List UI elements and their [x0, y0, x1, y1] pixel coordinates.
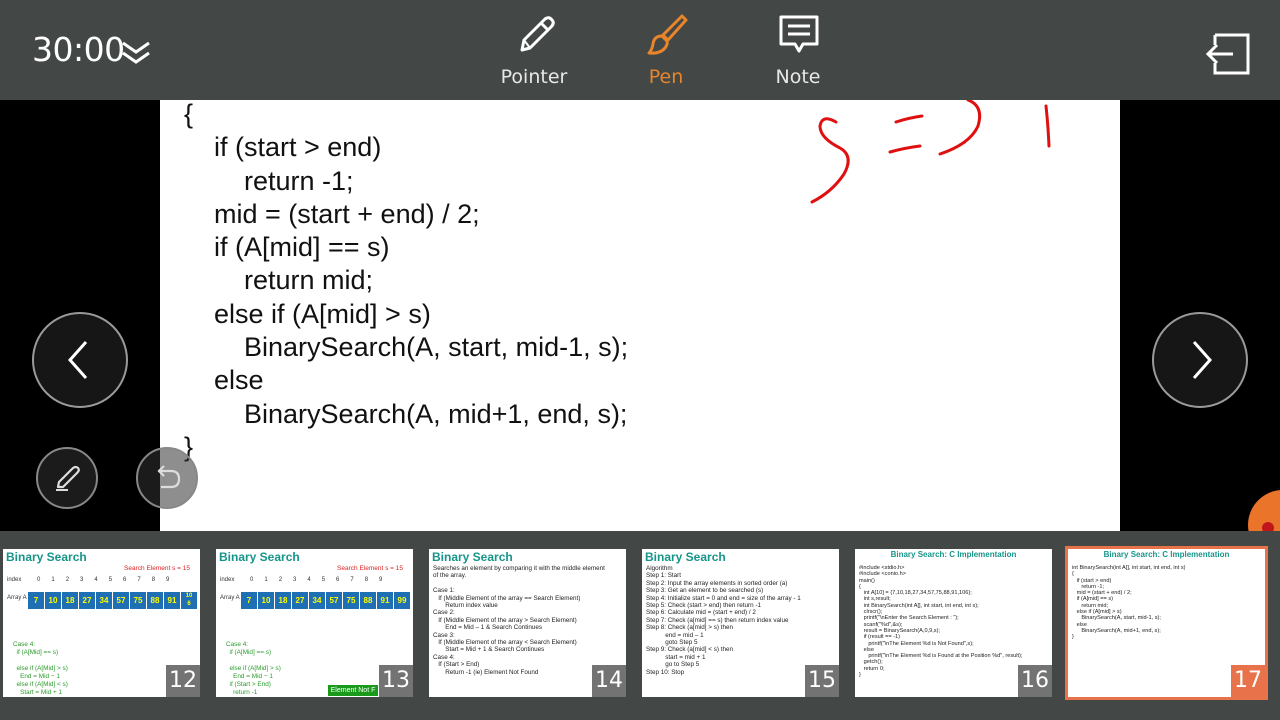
collapse-chevron-icon[interactable] — [120, 38, 152, 68]
array-cell: 88 — [147, 592, 164, 609]
thumbnail-title: Binary Search: C Implementation — [890, 550, 1017, 559]
array-cell: 18 — [62, 592, 79, 609]
current-slide[interactable]: { if (start > end) return -1; mid = (sta… — [160, 100, 1120, 531]
exit-icon[interactable] — [1205, 33, 1251, 75]
thumbnail-array: 7 10 18 27 34 57 75 88 91 99 — [241, 592, 411, 609]
thumbnail-index-values: 0123456789 — [250, 577, 394, 583]
array-cell: 27 — [292, 592, 309, 609]
note-tool-button[interactable]: Note — [743, 0, 853, 100]
array-cell: 99 — [394, 592, 411, 609]
array-cell: 75 — [130, 592, 147, 609]
array-cell: 27 — [79, 592, 96, 609]
slide-thumbnail-12[interactable]: Binary Search Search Element s = 15 inde… — [3, 549, 200, 697]
pen-settings-button[interactable] — [36, 447, 98, 509]
pencil-icon — [520, 16, 555, 52]
pointer-tool-button[interactable]: Pointer — [479, 0, 589, 100]
array-cell: 57 — [113, 592, 130, 609]
note-tool-label: Note — [775, 66, 821, 88]
array-cell: 91 — [377, 592, 394, 609]
thumbnail-number: 17 — [1231, 665, 1265, 697]
array-cell: 34 — [309, 592, 326, 609]
thumbnail-index-values: 0123456789 — [37, 577, 181, 583]
thumbnail-number: 15 — [805, 665, 839, 697]
pen-edit-icon — [56, 465, 80, 491]
pen-tool-button[interactable]: Pen — [611, 0, 721, 100]
array-cell: 7 — [241, 592, 258, 609]
slide-thumbnail-17[interactable]: Binary Search: C Implementation int Bina… — [1065, 546, 1268, 700]
array-cell: 7 — [28, 592, 45, 609]
thumbnail-search-element: Search Element s = 15 — [337, 565, 403, 572]
thumbnail-array-label: Array A — [220, 595, 240, 601]
array-cell: 34 — [96, 592, 113, 609]
array-cell: 10 — [45, 592, 62, 609]
slide-thumbnail-14[interactable]: Binary Search Searches an element by com… — [429, 549, 626, 697]
thumbnail-not-found-badge: Element Not F — [328, 685, 378, 696]
array-cell: 10 — [258, 592, 275, 609]
slide-thumbnail-13[interactable]: Binary Search Search Element s = 15 inde… — [216, 549, 413, 697]
toolbar: 30:00 Pointer Pen Note — [0, 0, 1280, 100]
thumbnail-number: 12 — [166, 665, 200, 697]
thumbnail-title: Binary Search: C Implementation — [1103, 550, 1230, 559]
thumbnail-index-row: index 0123456789 — [7, 577, 181, 583]
next-slide-button[interactable] — [1152, 312, 1248, 408]
array-cell: 91 — [164, 592, 181, 609]
timer-display[interactable]: 30:00 — [32, 30, 125, 69]
pointer-tool-label: Pointer — [500, 66, 568, 88]
thumbnail-number: 14 — [592, 665, 626, 697]
array-cell: 88 — [360, 592, 377, 609]
pen-brush-icon — [647, 14, 688, 55]
chevron-right-icon — [1192, 341, 1213, 379]
thumbnail-body: #include <stdio.h> #include <conio.h> ma… — [859, 565, 1023, 679]
array-cell: 57 — [326, 592, 343, 609]
thumbnail-title: Binary Search — [6, 550, 87, 564]
thumbnail-number: 13 — [379, 665, 413, 697]
thumbnail-body: Searches an element by comparing it with… — [433, 565, 605, 676]
thumbnail-search-element: Search Element s = 15 — [124, 565, 190, 572]
thumbnail-title: Binary Search — [219, 550, 300, 564]
pen-annotation — [810, 100, 1051, 204]
thumbnail-title: Binary Search — [432, 550, 513, 564]
thumbnail-body: int BinarySearch(int A[], int start, int… — [1072, 565, 1186, 641]
thumbnail-number: 16 — [1018, 665, 1052, 697]
undo-icon — [157, 465, 181, 489]
array-cell: 18 — [275, 592, 292, 609]
thumbnail-case-text: Case 4: if (A[Mid] == s) else if (A[Mid]… — [13, 641, 68, 696]
thumbnail-array-label: Array A — [7, 595, 27, 601]
slide-thumbnail-16[interactable]: Binary Search: C Implementation #include… — [855, 549, 1052, 697]
thumbnail-index-row: index 0123456789 — [220, 577, 394, 583]
slide-thumbnail-15[interactable]: Binary Search Algorithm Step 1: Start St… — [642, 549, 839, 697]
pen-tool-label: Pen — [648, 66, 684, 88]
note-icon — [779, 15, 819, 53]
thumbnail-array: 7 10 18 27 34 57 75 88 91 10 6 — [28, 592, 198, 609]
thumbnail-title: Binary Search — [645, 550, 726, 564]
array-cell: 75 — [343, 592, 360, 609]
undo-button[interactable] — [136, 447, 198, 509]
thumbnail-body: Algorithm Step 1: Start Step 2: Input th… — [646, 565, 801, 676]
previous-slide-button[interactable] — [32, 312, 128, 408]
array-cell: 10 6 — [181, 592, 198, 609]
chevron-left-icon — [67, 341, 88, 379]
thumbnail-case-text: Case 4: if (A[Mid] == s) else if (A[Mid]… — [226, 641, 281, 696]
